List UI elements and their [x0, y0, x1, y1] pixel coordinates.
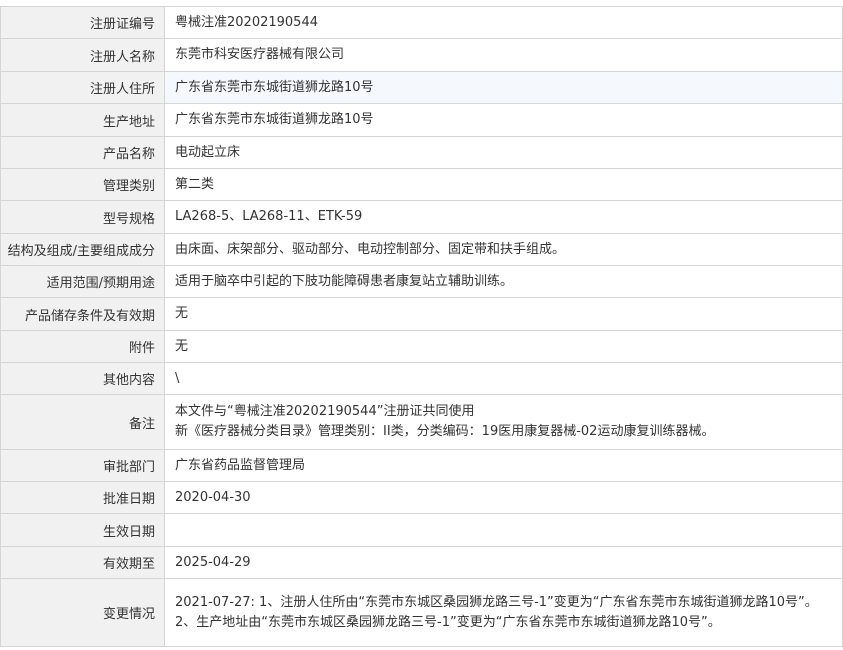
registration-detail-sheet: 注册证编号 粤械注准20202190544 注册人名称 东莞市科安医疗器械有限公司 注册… [0, 0, 843, 650]
field-label: 适用范围/预期用途 [0, 265, 165, 298]
field-value-line: 由床面、床架部分、驱动部分、电动控制部分、固定带和扶手组成。 [175, 241, 566, 257]
field-value-line: 第二类 [175, 176, 215, 192]
field-value: 广东省药品监督管理局 [164, 449, 843, 482]
field-value-line: 广东省东莞市东城街道狮龙路10号 [175, 112, 374, 127]
field-label: 产品储存条件及有效期 [0, 297, 165, 331]
field-label: 注册人名称 [0, 38, 165, 72]
field-value-line: 电动起立床 [175, 144, 241, 160]
field-value-line: 本文件与“粤械注准20202190544”注册证共同使用 [175, 404, 475, 419]
field-label: 注册证编号 [0, 6, 165, 39]
detail-row: 审批部门 广东省药品监督管理局 [0, 449, 843, 482]
detail-row: 其他内容 \ [0, 362, 843, 395]
field-value-line: LA268-5、LA268-11、ETK-59 [175, 209, 363, 224]
detail-row: 产品储存条件及有效期无 [0, 297, 843, 331]
detail-row: 型号规格 LA268-5、LA268-11、ETK-59 [0, 200, 843, 234]
detail-rows: 注册证编号 粤械注准20202190544 注册人名称 东莞市科安医疗器械有限公司 注册… [0, 6, 843, 647]
field-label: 管理类别 [0, 168, 165, 201]
field-label: 生产地址 [0, 103, 165, 137]
field-value-line: 无 [175, 306, 189, 321]
detail-row: 备注 本文件与“粤械注准20202190544”注册证共同使用新《医疗器械分类目录… [0, 394, 843, 450]
detail-row: 产品名称 电动起立床 [0, 136, 843, 169]
field-value-line: 广东省药品监督管理局 [175, 457, 306, 473]
field-label: 产品名称 [0, 136, 165, 169]
field-label: 变更情况 [0, 578, 165, 647]
field-label: 生效日期 [0, 513, 165, 547]
detail-row: 有效期至 2025-04-29 [0, 546, 843, 579]
field-value-line: 广东省东莞市东城街道狮龙路10号 [175, 79, 374, 95]
field-label: 附件 [0, 330, 165, 363]
field-value-line: 2020-04-30 [175, 489, 251, 505]
field-label: 结构及组成/主要组成成分 [0, 233, 165, 266]
detail-row: 结构及组成/主要组成成分 由床面、床架部分、驱动部分、电动控制部分、固定带和扶手组… [0, 233, 843, 266]
field-label: 批准日期 [0, 481, 165, 514]
field-label: 其他内容 [0, 362, 165, 395]
detail-row: 适用范围/预期用途 适用于脑卒中引起的下肢功能障碍患者康复站立辅助训练。 [0, 265, 843, 298]
field-value: 广东省东莞市东城街道狮龙路10号 [164, 103, 843, 137]
field-label: 审批部门 [0, 449, 165, 482]
field-value: 东莞市科安医疗器械有限公司 [164, 38, 843, 72]
field-label: 有效期至 [0, 546, 165, 579]
field-value-line: 适用于脑卒中引起的下肢功能障碍患者康复站立辅助训练。 [175, 273, 514, 289]
field-value-line: 2021-07-27: 1、注册人住所由“东莞市东城区桑园狮龙路三号-1”变更为… [175, 594, 818, 610]
field-value-line: 2025-04-29 [175, 554, 251, 570]
detail-row: 附件无 [0, 330, 843, 363]
field-value: 无 [164, 297, 843, 331]
field-label: 备注 [0, 394, 165, 450]
field-label: 注册人住所 [0, 71, 165, 104]
field-value [164, 513, 843, 547]
detail-row: 注册证编号 粤械注准20202190544 [0, 6, 843, 39]
registration-detail-table: 注册证编号 粤械注准20202190544 注册人名称 东莞市科安医疗器械有限公司 注册… [0, 6, 843, 647]
field-value: 本文件与“粤械注准20202190544”注册证共同使用新《医疗器械分类目录》管… [164, 394, 843, 450]
field-value: LA268-5、LA268-11、ETK-59 [164, 200, 843, 234]
field-value: 粤械注准20202190544 [164, 6, 843, 39]
detail-row: 注册人名称 东莞市科安医疗器械有限公司 [0, 38, 843, 72]
detail-row: 注册人住所 广东省东莞市东城街道狮龙路10号 [0, 71, 843, 104]
field-value: 由床面、床架部分、驱动部分、电动控制部分、固定带和扶手组成。 [164, 233, 843, 266]
field-value: \ [164, 362, 843, 395]
field-value-line: \ [175, 370, 180, 386]
detail-row: 生产地址 广东省东莞市东城街道狮龙路10号 [0, 103, 843, 137]
field-value-line: 东莞市科安医疗器械有限公司 [175, 47, 345, 62]
field-value: 电动起立床 [164, 136, 843, 169]
field-value: 2020-04-30 [164, 481, 843, 514]
field-value: 适用于脑卒中引起的下肢功能障碍患者康复站立辅助训练。 [164, 265, 843, 298]
detail-row: 生效日期 [0, 513, 843, 547]
field-value-line: 粤械注准20202190544 [175, 14, 318, 30]
field-value-line: 2、生产地址由“东莞市东城区桑园狮龙路三号-1”变更为“广东省东莞市东城街道狮龙… [175, 614, 721, 630]
field-label: 型号规格 [0, 200, 165, 234]
field-value-line: 无 [175, 338, 189, 354]
field-value-line: 新《医疗器械分类目录》管理类别：II类，分类编码：19医用康复器械-02运动康复… [175, 424, 715, 439]
detail-row: 批准日期 2020-04-30 [0, 481, 843, 514]
detail-row: 变更情况 2021-07-27: 1、注册人住所由“东莞市东城区桑园狮龙路三号-1… [0, 578, 843, 647]
field-value: 广东省东莞市东城街道狮龙路10号 [164, 71, 843, 104]
field-value: 第二类 [164, 168, 843, 201]
detail-row: 管理类别 第二类 [0, 168, 843, 201]
field-value: 2021-07-27: 1、注册人住所由“东莞市东城区桑园狮龙路三号-1”变更为… [164, 578, 843, 647]
field-value: 无 [164, 330, 843, 363]
field-value: 2025-04-29 [164, 546, 843, 579]
